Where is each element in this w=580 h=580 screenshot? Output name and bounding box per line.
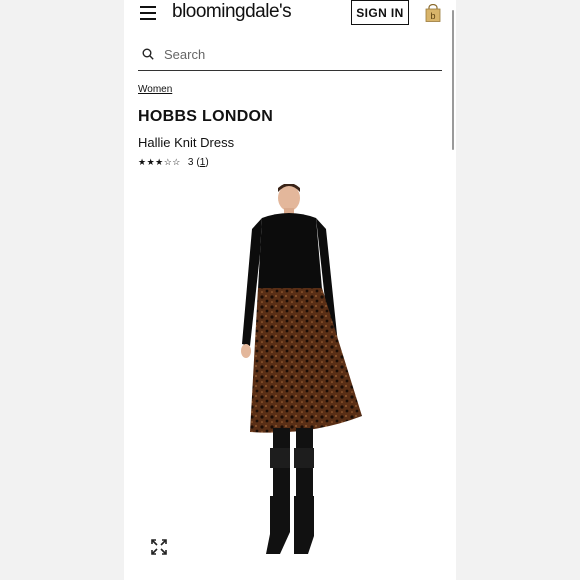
svg-text:b: b <box>430 11 435 21</box>
left-background <box>0 0 124 580</box>
product-brand[interactable]: HOBBS LONDON <box>138 108 273 126</box>
stars-filled: ★★★ <box>138 157 164 167</box>
sign-in-button[interactable]: SIGN IN <box>351 0 409 25</box>
stars-empty: ☆☆ <box>163 157 181 167</box>
review-count-link[interactable]: (1) <box>196 157 208 168</box>
shopping-bag-icon[interactable]: b <box>425 3 441 22</box>
site-header: bloomingdale's SIGN IN b <box>124 0 456 28</box>
right-background <box>456 0 580 580</box>
product-name: Hallie Knit Dress <box>138 135 235 150</box>
site-logo[interactable]: bloomingdale's <box>172 1 292 23</box>
expand-icon[interactable] <box>150 538 168 556</box>
breadcrumb-women[interactable]: Women <box>138 84 172 95</box>
product-rating: ★★★☆☆ 3 (1) <box>138 157 209 168</box>
search-bar <box>138 40 442 71</box>
product-image[interactable] <box>190 184 390 564</box>
search-input[interactable] <box>164 43 424 65</box>
scrollbar[interactable] <box>452 10 454 150</box>
hamburger-icon[interactable] <box>140 6 156 20</box>
search-icon[interactable] <box>142 48 154 60</box>
rating-stars: ★★★☆☆ <box>138 157 181 168</box>
mobile-screen: bloomingdale's SIGN IN b Women HOBBS LON… <box>124 0 456 580</box>
rating-value: 3 <box>187 157 194 168</box>
